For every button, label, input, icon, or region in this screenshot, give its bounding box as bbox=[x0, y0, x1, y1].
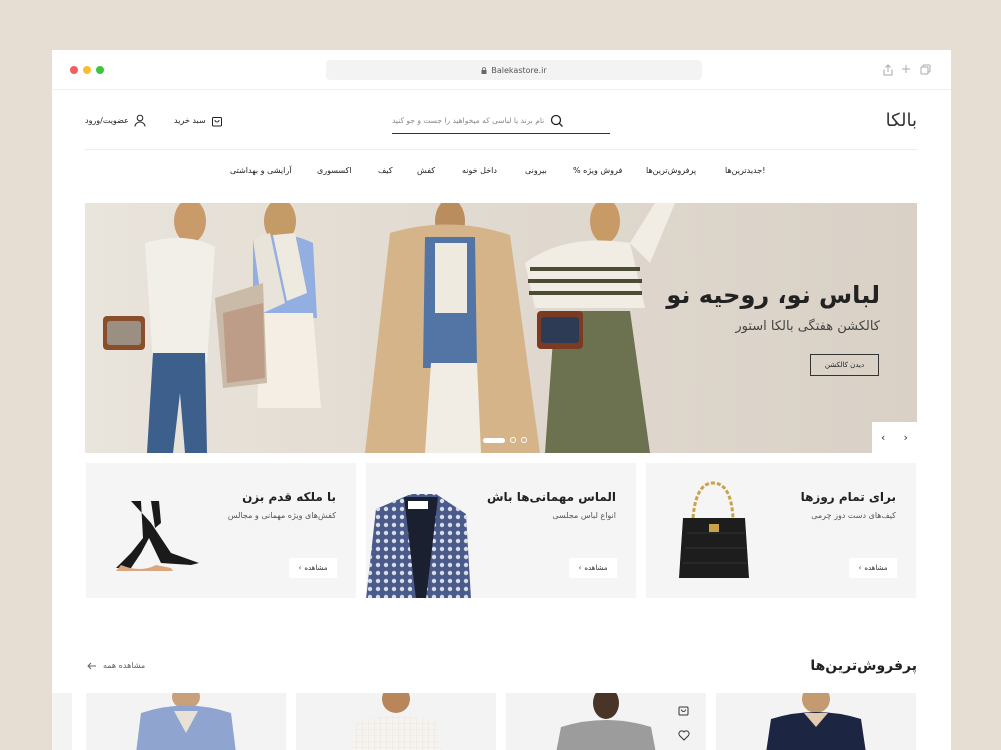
handbag-image bbox=[679, 481, 749, 578]
heels-image bbox=[116, 501, 199, 571]
add-to-cart-icon[interactable] bbox=[678, 701, 689, 720]
card-title: برای تمام روزها bbox=[800, 490, 896, 504]
nav-item-homewear[interactable]: داخل خونه bbox=[462, 166, 497, 175]
bestsellers-title: پرفروش‌ترین‌ها bbox=[810, 658, 917, 674]
close-window-button[interactable] bbox=[70, 66, 78, 74]
arrow-left-icon bbox=[87, 662, 96, 669]
carousel-next-icon[interactable]: › bbox=[904, 431, 908, 444]
product-image bbox=[556, 693, 656, 750]
search-placeholder: نام برند یا لباسی که میخواهید را جست و ج… bbox=[392, 116, 545, 125]
category-card-dresses[interactable]: الماس مهمانی‌ها باش انواع لباس مجلسی ‹ م… bbox=[366, 463, 636, 598]
product-image bbox=[766, 693, 866, 750]
browser-toolbar: Balekastore.ir bbox=[52, 50, 951, 90]
chevron-left-icon: ‹ bbox=[578, 564, 582, 572]
view-collection-button[interactable]: دیدن کالکشن bbox=[810, 354, 879, 376]
chevron-left-icon: ‹ bbox=[858, 564, 862, 572]
browser-window: Balekastore.ir بالکا نام برند یا لباسی ک… bbox=[52, 50, 951, 750]
nav-item-sale[interactable]: % فروش ویژه bbox=[573, 166, 622, 175]
nav-item-accessories[interactable]: اکسسوری bbox=[317, 166, 352, 175]
carousel-dot[interactable] bbox=[510, 437, 516, 443]
card-view-button[interactable]: ‹ مشاهده bbox=[849, 558, 897, 578]
see-all-link[interactable]: مشاهده همه bbox=[87, 661, 145, 670]
product-image bbox=[136, 693, 236, 750]
carousel-indicators bbox=[483, 437, 527, 443]
site-header: بالکا نام برند یا لباسی که میخواهید را ج… bbox=[85, 90, 918, 150]
nav-item-outerwear[interactable]: بیرونی bbox=[525, 166, 547, 175]
product-card[interactable] bbox=[296, 693, 496, 750]
lock-icon bbox=[481, 66, 487, 74]
search-input[interactable]: نام برند یا لباسی که میخواهید را جست و ج… bbox=[392, 108, 610, 134]
product-card[interactable] bbox=[52, 693, 72, 750]
cart-button[interactable]: سبد خرید bbox=[174, 114, 223, 127]
jacket-image bbox=[366, 494, 471, 598]
card-view-button[interactable]: ‹ مشاهده bbox=[569, 558, 617, 578]
new-tab-icon[interactable] bbox=[900, 64, 912, 76]
nav-item-shoes[interactable]: کفش bbox=[417, 166, 435, 175]
account-label: عضویت/ورود bbox=[85, 116, 129, 125]
card-subtitle: کفش‌های ویژه مهمانی و مجالس bbox=[227, 511, 336, 520]
minimize-window-button[interactable] bbox=[83, 66, 91, 74]
user-icon bbox=[134, 114, 146, 127]
share-icon[interactable] bbox=[882, 64, 894, 76]
card-subtitle: انواع لباس مجلسی bbox=[552, 511, 616, 520]
card-view-label: مشاهده bbox=[304, 564, 328, 572]
shopping-bag-icon bbox=[211, 117, 222, 127]
hero-banner[interactable]: لباس نو، روحیه نو کالکشن هفتگی بالکا است… bbox=[85, 203, 917, 453]
see-all-label: مشاهده همه bbox=[103, 661, 146, 670]
card-subtitle: کیف‌های دست دوز چرمی bbox=[811, 511, 896, 520]
product-card[interactable] bbox=[506, 693, 706, 750]
card-view-label: مشاهده bbox=[864, 564, 888, 572]
card-title: الماس مهمانی‌ها باش bbox=[486, 490, 616, 504]
carousel-controls: ‹ › bbox=[872, 422, 917, 453]
nav-item-bags[interactable]: کیف bbox=[378, 166, 393, 175]
carousel-dot[interactable] bbox=[521, 437, 527, 443]
tabs-overview-icon[interactable] bbox=[919, 64, 931, 76]
nav-item-bestsellers[interactable]: پرفروش‌ترین‌ها bbox=[646, 166, 696, 175]
chevron-left-icon: ‹ bbox=[298, 564, 302, 572]
nav-item-cosmetics[interactable]: آرایشی و بهداشتی bbox=[230, 166, 291, 175]
account-button[interactable]: عضویت/ورود bbox=[85, 114, 146, 127]
hero-subtitle: کالکشن هفتگی بالکا استور bbox=[735, 319, 880, 334]
wishlist-heart-icon[interactable] bbox=[678, 726, 690, 745]
card-title: با ملکه قدم بزن bbox=[242, 490, 336, 504]
category-card-bags[interactable]: برای تمام روزها کیف‌های دست دوز چرمی ‹ م… bbox=[646, 463, 916, 598]
product-image bbox=[351, 693, 441, 750]
address-bar[interactable]: Balekastore.ir bbox=[326, 60, 702, 80]
category-card-shoes[interactable]: با ملکه قدم بزن کفش‌های ویژه مهمانی و مج… bbox=[86, 463, 356, 598]
carousel-dot-active[interactable] bbox=[483, 437, 505, 443]
nav-item-newest[interactable]: جدیدترین‌ها! bbox=[725, 166, 765, 175]
maximize-window-button[interactable] bbox=[96, 66, 104, 74]
product-card[interactable] bbox=[716, 693, 916, 750]
site-logo[interactable]: بالکا bbox=[886, 110, 918, 131]
main-nav: جدیدترین‌ها! پرفروش‌ترین‌ها % فروش ویژه … bbox=[52, 150, 951, 192]
hero-title: لباس نو، روحیه نو bbox=[666, 281, 880, 309]
cart-label: سبد خرید bbox=[174, 116, 206, 125]
carousel-prev-icon[interactable]: ‹ bbox=[881, 431, 885, 444]
url-text: Balekastore.ir bbox=[491, 65, 547, 75]
product-card[interactable] bbox=[86, 693, 286, 750]
card-view-label: مشاهده bbox=[584, 564, 608, 572]
search-icon[interactable] bbox=[550, 114, 564, 128]
card-view-button[interactable]: ‹ مشاهده bbox=[289, 558, 337, 578]
